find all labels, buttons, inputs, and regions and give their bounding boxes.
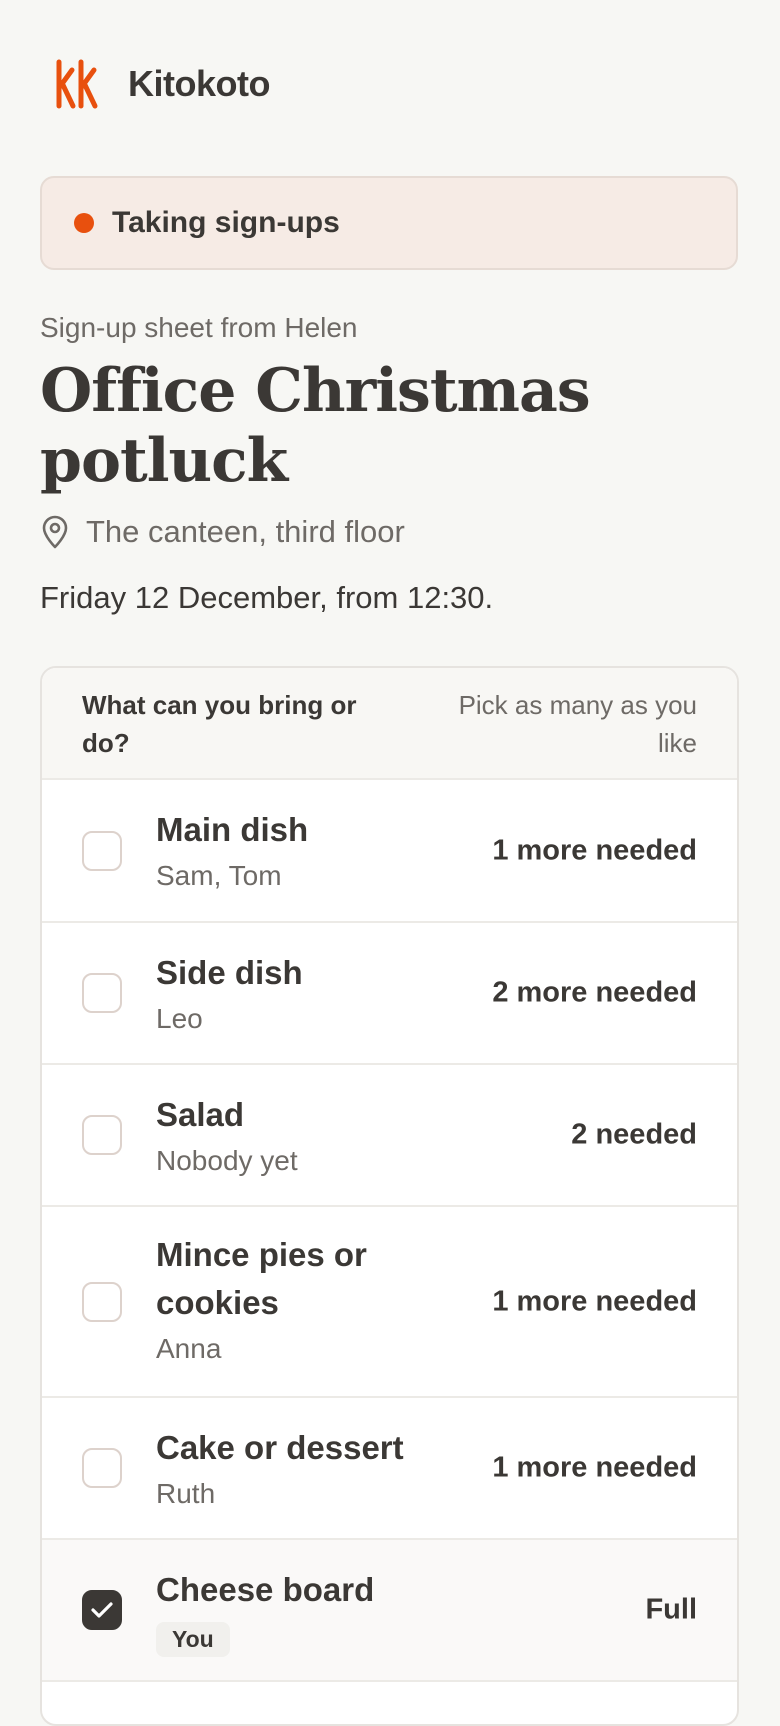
item-info: Cake or dessert Ruth [156, 1424, 456, 1514]
checkbox[interactable] [82, 973, 122, 1013]
status-dot-icon [74, 213, 94, 233]
item-people: Sam, Tom [156, 860, 282, 891]
signup-row-mince-pies[interactable]: Mince pies or cookies Anna 1 more needed [42, 1207, 737, 1398]
event-location: The canteen, third floor [40, 514, 405, 550]
kk-logo-icon [56, 59, 98, 109]
signup-list-header: What can you bring or do? Pick as many a… [42, 668, 737, 780]
signup-hint: Pick as many as you like [458, 690, 697, 758]
signup-list: What can you bring or do? Pick as many a… [40, 666, 739, 1726]
signup-question: What can you bring or do? [82, 690, 357, 758]
item-info: Main dish Sam, Tom [156, 806, 456, 896]
item-info: Side dish Leo [156, 949, 456, 1039]
you-badge: You [156, 1622, 230, 1657]
item-name: Main dish [156, 811, 309, 848]
item-name: Salad [156, 1096, 245, 1133]
brand[interactable]: Kitokoto [54, 58, 270, 110]
signup-row-salad[interactable]: Salad Nobody yet 2 needed [42, 1065, 737, 1207]
item-name: Cake or dessert [156, 1429, 404, 1466]
status-label: Taking sign-ups [112, 206, 340, 239]
item-need: 1 more needed [492, 1451, 697, 1484]
event-datetime: Friday 12 December, from 12:30. [40, 580, 494, 615]
item-people: Leo [156, 1003, 203, 1034]
item-need: 2 needed [571, 1118, 697, 1151]
item-name: Mince pies or cookies [156, 1236, 367, 1321]
item-people: Ruth [156, 1478, 216, 1509]
sheet-owner: Sign-up sheet from Helen [40, 312, 358, 343]
page: Kitokoto Taking sign-ups Sign-up sheet f… [0, 0, 780, 1726]
item-info: Mince pies or cookies Anna [156, 1231, 416, 1369]
item-info: Cheese board You [156, 1566, 456, 1657]
location-text: The canteen, third floor [86, 514, 405, 549]
signup-row-cake[interactable]: Cake or dessert Ruth 1 more needed [42, 1398, 737, 1540]
signup-row-main-dish[interactable]: Main dish Sam, Tom 1 more needed [42, 780, 737, 923]
check-icon [91, 1602, 113, 1618]
checkbox[interactable] [82, 1448, 122, 1488]
item-need: 2 more needed [492, 976, 697, 1009]
item-people: Nobody yet [156, 1145, 298, 1176]
item-need: Full [645, 1593, 697, 1626]
item-need: 1 more needed [492, 1285, 697, 1317]
checkbox[interactable] [82, 1281, 122, 1322]
item-need: 1 more needed [492, 834, 697, 866]
checkbox[interactable] [82, 830, 122, 871]
status-banner: Taking sign-ups [40, 176, 738, 270]
item-name: Side dish [156, 954, 303, 991]
item-people: Anna [156, 1333, 222, 1364]
map-pin-icon [42, 515, 68, 549]
page-title: Office Christmas potluck [40, 356, 591, 496]
item-info: Salad Nobody yet [156, 1091, 456, 1181]
checkbox-checked[interactable] [82, 1590, 122, 1630]
signup-row-side-dish[interactable]: Side dish Leo 2 more needed [42, 923, 737, 1065]
item-name: Cheese board [156, 1571, 375, 1608]
signup-row-cheese-board[interactable]: Cheese board You Full [42, 1540, 737, 1682]
app-name: Kitokoto [128, 63, 270, 104]
checkbox[interactable] [82, 1115, 122, 1155]
